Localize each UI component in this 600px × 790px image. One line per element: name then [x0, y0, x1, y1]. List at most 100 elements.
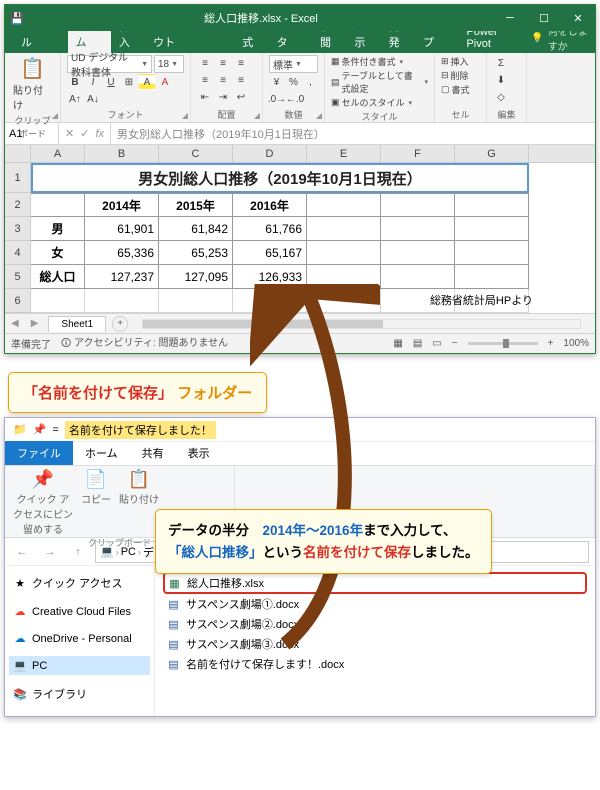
cell-r5-c1[interactable]: 127,237 — [85, 265, 159, 289]
cell-r4-c5[interactable] — [381, 241, 455, 265]
zoom-value[interactable]: 100% — [563, 338, 589, 349]
cell-r4-c3[interactable]: 65,167 — [233, 241, 307, 265]
cell-title[interactable]: 男女別総人口推移（2019年10月1日現在） — [31, 163, 529, 193]
cell-r3-c0[interactable]: 男 — [31, 217, 85, 241]
number-dialog-icon[interactable]: ◢ — [316, 111, 322, 120]
currency-icon[interactable]: ¥ — [269, 74, 284, 90]
indent-inc-icon[interactable]: ⇥ — [215, 89, 231, 105]
zoom-out-icon[interactable]: − — [452, 338, 458, 349]
border-button[interactable]: ⊞ — [121, 74, 137, 90]
font-color-button[interactable]: A — [157, 74, 173, 90]
copy-button[interactable]: 📄 コピー — [81, 469, 111, 506]
cell-r2-c6[interactable] — [455, 193, 529, 217]
dec-decimal-icon[interactable]: ←.0 — [287, 91, 303, 107]
nav-up-button[interactable]: ↑ — [67, 541, 89, 563]
col-header-G[interactable]: G — [455, 145, 529, 162]
cell-r4-c4[interactable] — [307, 241, 381, 265]
font-dialog-icon[interactable]: ◢ — [182, 111, 188, 120]
row-header-1[interactable]: 1 — [5, 163, 31, 193]
align-center-icon[interactable]: ≡ — [215, 72, 231, 88]
sheet-nav-prev[interactable]: ◀ — [5, 318, 25, 329]
italic-button[interactable]: I — [85, 74, 101, 90]
cell-r3-c3[interactable]: 61,766 — [233, 217, 307, 241]
accept-formula-icon[interactable]: ✓ — [80, 127, 89, 140]
file-item[interactable]: ▤名前を付けて保存します！.docx — [163, 654, 587, 674]
number-format-dropdown[interactable]: 標準▼ — [269, 55, 318, 73]
exp-tab-home[interactable]: ホーム — [73, 441, 130, 465]
clipboard-dialog-icon[interactable]: ◢ — [52, 111, 58, 120]
autosum-icon[interactable]: Σ — [493, 55, 509, 71]
cell-r6-c2[interactable] — [159, 289, 233, 313]
cell-r2-c3[interactable]: 2016年 — [233, 193, 307, 217]
col-header-F[interactable]: F — [381, 145, 455, 162]
percent-icon[interactable]: % — [286, 74, 301, 90]
maximize-button[interactable]: ☐ — [527, 5, 561, 31]
align-dialog-icon[interactable]: ◢ — [254, 111, 260, 120]
nav-back-button[interactable]: ← — [11, 541, 33, 563]
align-bot-icon[interactable]: ≡ — [233, 55, 249, 71]
zoom-in-icon[interactable]: + — [548, 338, 554, 349]
cell-r2-c5[interactable] — [381, 193, 455, 217]
format-cells-button[interactable]: ▢書式 — [441, 83, 480, 96]
indent-dec-icon[interactable]: ⇤ — [197, 89, 213, 105]
exp-tab-view[interactable]: 表示 — [176, 441, 222, 465]
horizontal-scrollbar[interactable] — [142, 319, 581, 329]
exp-tab-share[interactable]: 共有 — [130, 441, 176, 465]
increase-font-icon[interactable]: A↑ — [67, 91, 83, 107]
col-header-D[interactable]: D — [233, 145, 307, 162]
cell-r5-c3[interactable]: 126,933 — [233, 265, 307, 289]
font-name-dropdown[interactable]: UD デジタル 教科書体▼ — [67, 55, 152, 73]
align-right-icon[interactable]: ≡ — [233, 72, 249, 88]
exp-tab-file[interactable]: ファイル — [5, 441, 73, 465]
cell-r5-c5[interactable] — [381, 265, 455, 289]
col-header-B[interactable]: B — [85, 145, 159, 162]
paste-button[interactable]: 📋 貼り付け — [11, 55, 54, 113]
cell-r4-c6[interactable] — [455, 241, 529, 265]
insert-cells-button[interactable]: ⊞挿入 — [441, 55, 480, 68]
nav-libraries[interactable]: 📚ライブラリ — [9, 683, 150, 705]
crumb-pc[interactable]: PC — [121, 546, 136, 558]
cell-r6-c4[interactable]: 総務省統計局HPより — [307, 289, 381, 313]
file-item[interactable]: ▤サスペンス劇場②.docx — [163, 614, 587, 634]
file-item[interactable]: ▦総人口推移.xlsx — [163, 572, 587, 594]
cell-r3-c4[interactable] — [307, 217, 381, 241]
wrap-text-icon[interactable]: ↩ — [233, 89, 249, 105]
cell-r3-c6[interactable] — [455, 217, 529, 241]
cell-r6-c0[interactable] — [31, 289, 85, 313]
cell-r5-c0[interactable]: 総人口 — [31, 265, 85, 289]
row-header-5[interactable]: 5 — [5, 265, 31, 289]
col-header-E[interactable]: E — [307, 145, 381, 162]
table-format-button[interactable]: ▤テーブルとして書式設定▾ — [331, 69, 428, 95]
cell-r2-c1[interactable]: 2014年 — [85, 193, 159, 217]
cell-r5-c6[interactable] — [455, 265, 529, 289]
view-normal-icon[interactable]: ▦ — [393, 338, 402, 349]
col-header-A[interactable]: A — [31, 145, 85, 162]
decrease-font-icon[interactable]: A↓ — [85, 91, 101, 107]
cell-r6-c1[interactable] — [85, 289, 159, 313]
view-layout-icon[interactable]: ▤ — [413, 338, 422, 349]
row-header-2[interactable]: 2 — [5, 193, 31, 217]
delete-cells-button[interactable]: ⊟削除 — [441, 69, 480, 82]
nav-pc[interactable]: 💻PC — [9, 656, 150, 675]
cell-r6-c3[interactable] — [233, 289, 307, 313]
nav-fwd-button[interactable]: → — [39, 541, 61, 563]
underline-button[interactable]: U — [103, 74, 119, 90]
minimize-button[interactable]: ─ — [493, 5, 527, 31]
cell-r5-c4[interactable] — [307, 265, 381, 289]
sheet-tab-1[interactable]: Sheet1 — [48, 316, 106, 332]
cell-r3-c5[interactable] — [381, 217, 455, 241]
row-header-3[interactable]: 3 — [5, 217, 31, 241]
comma-icon[interactable]: , — [303, 74, 318, 90]
close-button[interactable]: ✕ — [561, 5, 595, 31]
fill-icon[interactable]: ⬇ — [493, 72, 509, 88]
paste-explorer-button[interactable]: 📋 貼り付け — [119, 469, 159, 506]
fx-icon[interactable]: fx — [95, 128, 104, 140]
file-item[interactable]: ▤サスペンス劇場①.docx — [163, 594, 587, 614]
cell-r3-c2[interactable]: 61,842 — [159, 217, 233, 241]
sheet-nav-next[interactable]: ▶ — [25, 318, 45, 329]
clear-icon[interactable]: ◇ — [493, 89, 509, 105]
col-header-C[interactable]: C — [159, 145, 233, 162]
pin-quick-button[interactable]: 📌 クイック アクセスにピン留めする — [13, 469, 73, 536]
add-sheet-button[interactable]: + — [112, 316, 128, 332]
nav-creative-cloud[interactable]: ☁Creative Cloud Files — [9, 602, 150, 621]
